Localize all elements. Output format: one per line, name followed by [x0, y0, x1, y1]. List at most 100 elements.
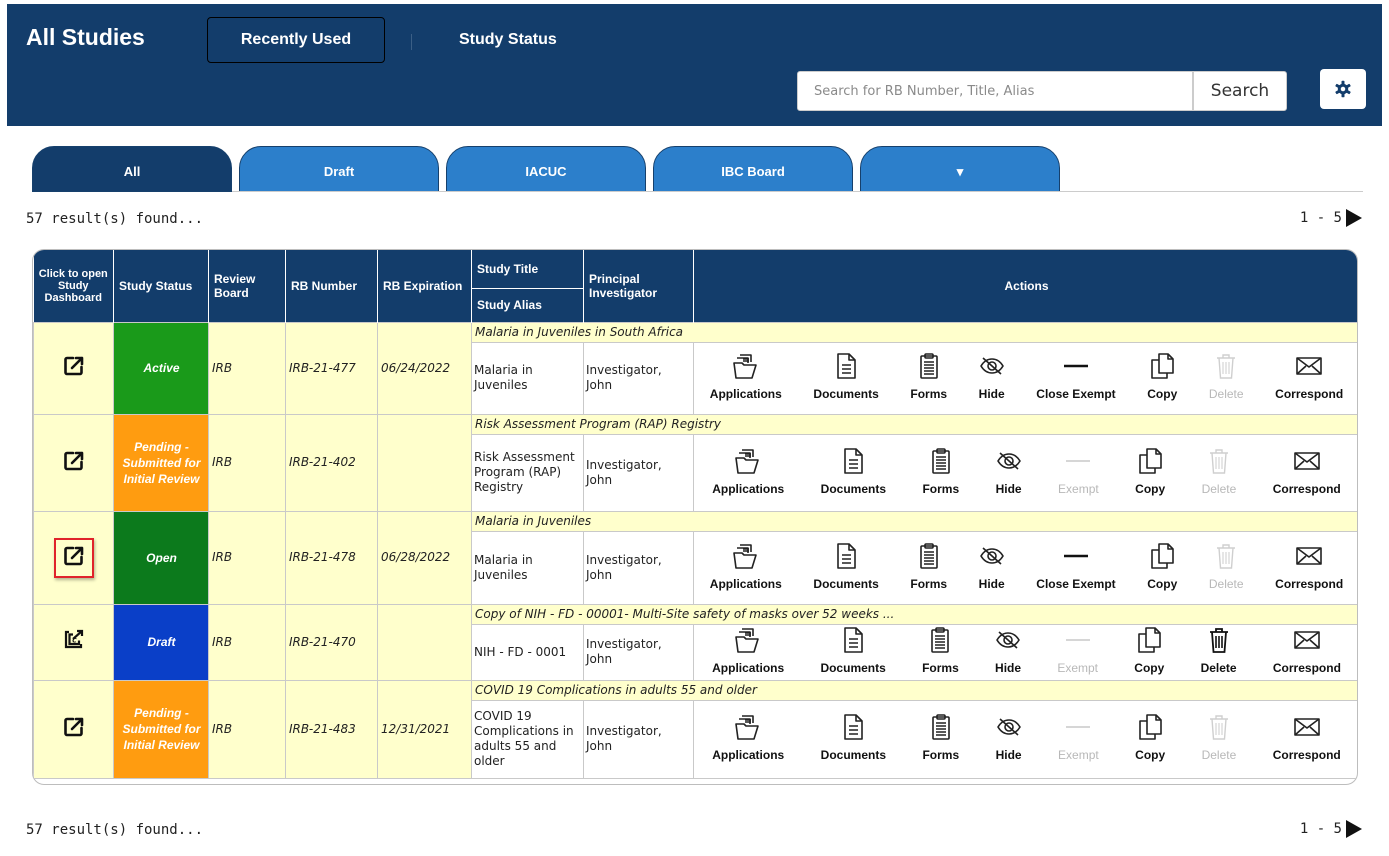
documents-action[interactable]: Documents	[802, 625, 904, 679]
tab-iacuc[interactable]: IACUC	[446, 146, 646, 192]
documents-action[interactable]: Documents	[798, 351, 895, 405]
correspond-label: Correspond	[1275, 576, 1344, 591]
footer-pager: 1 - 5	[1300, 820, 1362, 838]
copy-label: Copy	[1147, 387, 1178, 401]
hide-action[interactable]: Hide	[977, 446, 1039, 500]
study-title-row: Open IRB IRB-21-478 06/28/2022 Malaria in Ju…	[33, 510, 1357, 605]
documents-label: Documents	[820, 661, 886, 675]
delete-action: Delete	[1183, 446, 1254, 500]
forms-label: Forms	[922, 661, 959, 675]
forms-action[interactable]: Forms	[895, 351, 963, 405]
exempt-icon	[1065, 712, 1091, 742]
exempt-icon	[1065, 625, 1091, 655]
applications-icon	[732, 541, 760, 571]
open-dashboard-button[interactable]	[54, 443, 94, 483]
copy-action[interactable]: Copy	[1116, 625, 1182, 679]
header-divider	[411, 34, 412, 50]
correspond-action[interactable]: Correspond	[1255, 446, 1358, 500]
header-rb-expiration[interactable]: RB Expiration	[377, 250, 472, 322]
tab-more-dropdown[interactable]: ▾	[860, 146, 1060, 192]
copy-action[interactable]: Copy	[1117, 712, 1183, 766]
forms-action[interactable]: Forms	[904, 712, 977, 766]
forms-action[interactable]: Forms	[895, 541, 963, 595]
footer-next-page-arrow-icon[interactable]	[1346, 820, 1362, 838]
search-input[interactable]	[797, 71, 1193, 111]
hide-action[interactable]: Hide	[963, 541, 1021, 595]
study-title: Risk Assessment Program (RAP) Registry	[471, 413, 1357, 435]
copy-icon	[1136, 625, 1162, 655]
copy-action[interactable]: Copy	[1131, 351, 1193, 405]
applications-action[interactable]: Applications	[694, 541, 798, 595]
open-dashboard-button[interactable]	[54, 709, 94, 749]
copy-icon	[1149, 351, 1175, 381]
correspond-icon	[1295, 351, 1323, 381]
copy-action[interactable]: Copy	[1131, 541, 1193, 595]
forms-icon	[931, 712, 951, 742]
forms-icon	[931, 446, 951, 476]
study-title: COVID 19 Complications in adults 55 and …	[471, 679, 1357, 701]
svg-text:C: C	[72, 638, 77, 645]
documents-action[interactable]: Documents	[802, 446, 904, 500]
applications-action[interactable]: Applications	[694, 712, 802, 766]
hide-action[interactable]: Hide	[977, 712, 1039, 766]
forms-action[interactable]: Forms	[904, 625, 977, 679]
search-button[interactable]: Search	[1193, 71, 1287, 111]
open-dashboard-button[interactable]: C	[54, 622, 94, 662]
forms-label: Forms	[922, 481, 960, 496]
delete-action: Delete	[1193, 541, 1259, 595]
correspond-action[interactable]: Correspond	[1255, 712, 1358, 766]
correspond-action[interactable]: Correspond	[1255, 625, 1357, 679]
tab-all[interactable]: All	[32, 146, 232, 192]
exempt-icon	[1065, 446, 1091, 476]
tab-draft[interactable]: Draft	[239, 146, 439, 192]
header-study-alias[interactable]: Study Alias	[471, 288, 584, 322]
open-dashboard-button[interactable]	[54, 537, 94, 578]
applications-action[interactable]: Applications	[694, 446, 802, 500]
header-study-status[interactable]: Study Status	[113, 250, 209, 322]
next-page-arrow-icon[interactable]	[1346, 209, 1362, 227]
study-alias: Malaria in Juveniles	[471, 341, 584, 415]
open-dashboard-cell	[33, 321, 114, 415]
tab-ibc-board[interactable]: IBC Board	[653, 146, 853, 192]
status-badge: Pending - Submitted for Initial Review	[113, 413, 209, 512]
settings-button[interactable]	[1320, 69, 1366, 109]
applications-action[interactable]: Applications	[694, 351, 798, 405]
forms-action[interactable]: Forms	[904, 446, 977, 500]
documents-action[interactable]: Documents	[802, 712, 904, 766]
correspond-icon	[1295, 541, 1323, 571]
documents-icon	[842, 712, 864, 742]
hide-action[interactable]: Hide	[963, 351, 1021, 405]
status-badge: Active	[113, 321, 209, 415]
header-review-board[interactable]: Review Board	[208, 250, 286, 322]
copy-action[interactable]: Copy	[1117, 446, 1183, 500]
correspond-action[interactable]: Correspond	[1259, 541, 1357, 595]
delete-action[interactable]: Delete	[1182, 625, 1254, 679]
forms-label: Forms	[922, 748, 960, 762]
header-principal-investigator[interactable]: Principal Investigator	[583, 250, 694, 322]
copy-icon	[1137, 712, 1163, 742]
documents-action[interactable]: Documents	[798, 541, 895, 595]
hide-action[interactable]: Hide	[977, 625, 1039, 679]
exempt-action[interactable]: Close Exempt	[1021, 351, 1132, 405]
header-study-title[interactable]: Study Title	[471, 250, 584, 289]
recently-used-button[interactable]: Recently Used	[207, 17, 385, 63]
study-status-link[interactable]: Study Status	[459, 31, 557, 49]
header-rb-number[interactable]: RB Number	[285, 250, 378, 322]
hide-label: Hide	[995, 661, 1022, 675]
study-alias: Malaria in Juveniles	[471, 530, 584, 605]
page-header: All Studies Recently Used Study Status S…	[7, 4, 1382, 126]
documents-icon	[835, 541, 857, 571]
applications-action[interactable]: Applications	[694, 625, 802, 679]
correspond-action[interactable]: Correspond	[1259, 351, 1357, 405]
exempt-action: Exempt	[1039, 625, 1116, 679]
study-title-row: Active IRB IRB-21-477 06/24/2022 Malaria in …	[33, 321, 1357, 415]
applications-icon	[734, 625, 762, 655]
hide-icon	[979, 541, 1005, 571]
exempt-action[interactable]: Close Exempt	[1021, 541, 1132, 595]
open-dashboard-button[interactable]	[54, 348, 94, 388]
study-title: Malaria in Juveniles in South Africa	[471, 321, 1357, 343]
applications-label: Applications	[712, 481, 785, 496]
applications-label: Applications	[709, 576, 782, 591]
correspond-label: Correspond	[1272, 661, 1341, 675]
delete-action: Delete	[1193, 351, 1259, 405]
